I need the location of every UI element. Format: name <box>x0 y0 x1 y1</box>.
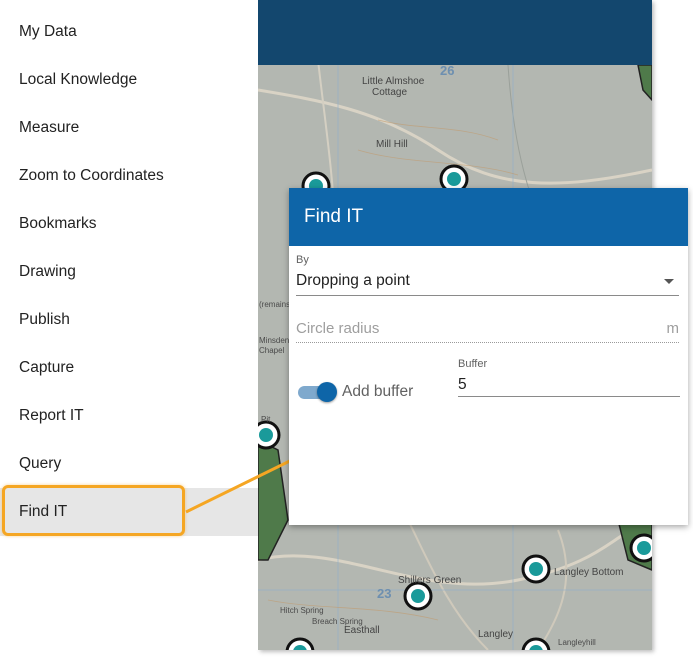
sidebar-menu: My Data Local Knowledge Measure Zoom to … <box>0 0 258 650</box>
map-label: Mill Hill <box>376 139 408 150</box>
sidebar-item-label: Find IT <box>19 503 68 520</box>
map-label: Little Almshoe <box>362 76 425 87</box>
sidebar-item-report-it[interactable]: Report IT <box>0 392 258 440</box>
find-it-panel: Find IT By Dropping a point Circle radiu… <box>289 188 688 525</box>
sidebar-item-label: My Data <box>19 23 77 40</box>
sidebar-item-label: Publish <box>19 311 70 328</box>
map-label: Hitch Spring <box>280 606 324 615</box>
sidebar-item-my-data[interactable]: My Data <box>0 8 258 56</box>
sidebar-item-bookmarks[interactable]: Bookmarks <box>0 200 258 248</box>
sidebar-item-measure[interactable]: Measure <box>0 104 258 152</box>
radius-unit: m <box>666 320 680 337</box>
map-marker[interactable] <box>521 554 551 584</box>
circle-radius-input[interactable]: Circle radius m <box>296 318 679 343</box>
sidebar-item-label: Report IT <box>19 407 84 424</box>
map-label: Minsden <box>259 336 290 345</box>
buffer-input[interactable]: 5 <box>458 375 680 397</box>
sidebar-item-label: Query <box>19 455 62 472</box>
sidebar-item-label: Capture <box>19 359 75 376</box>
sidebar-item-query[interactable]: Query <box>0 440 258 488</box>
sidebar-item-zoom-to-coordinates[interactable]: Zoom to Coordinates <box>0 152 258 200</box>
by-select[interactable]: Dropping a point <box>296 270 679 296</box>
by-select-value: Dropping a point <box>296 272 410 289</box>
panel-title: Find IT <box>304 206 364 227</box>
buffer-value: 5 <box>458 376 467 393</box>
circle-radius-placeholder: Circle radius <box>296 320 380 337</box>
sidebar-item-find-it[interactable]: Find IT <box>0 488 258 536</box>
sidebar-item-drawing[interactable]: Drawing <box>0 248 258 296</box>
map-label: Chapel <box>259 346 285 355</box>
panel-header: Find IT <box>289 188 688 246</box>
sidebar-item-label: Drawing <box>19 263 76 280</box>
sidebar-item-label: Zoom to Coordinates <box>19 167 164 184</box>
map-label: Pit <box>261 415 271 424</box>
map-label: Shillers Green <box>398 575 462 586</box>
sidebar-item-local-knowledge[interactable]: Local Knowledge <box>0 56 258 104</box>
map-marker[interactable] <box>258 420 281 450</box>
sidebar-item-publish[interactable]: Publish <box>0 296 258 344</box>
sidebar-item-capture[interactable]: Capture <box>0 344 258 392</box>
map-label: Easthall <box>344 625 380 636</box>
map-label: Cottage <box>372 87 408 98</box>
map-label: Langley Bottom <box>554 567 624 578</box>
sidebar-item-label: Bookmarks <box>19 215 97 232</box>
map-marker[interactable] <box>403 581 433 611</box>
toggle-thumb <box>317 382 337 402</box>
map-label: Langleyhill <box>558 638 596 647</box>
dropdown-arrow-icon <box>664 279 674 284</box>
sidebar-item-label: Local Knowledge <box>19 71 138 88</box>
map-grid-label: 26 <box>440 63 455 78</box>
map-grid-label: 23 <box>377 586 392 601</box>
add-buffer-toggle[interactable] <box>298 382 337 402</box>
by-label: By <box>296 254 309 266</box>
buffer-label: Buffer <box>458 358 488 370</box>
map-label: Langley <box>478 629 514 640</box>
add-buffer-label: Add buffer <box>342 383 414 400</box>
map-marker[interactable] <box>629 533 652 563</box>
sidebar-item-label: Measure <box>19 119 80 136</box>
map-header-bar <box>258 0 652 65</box>
